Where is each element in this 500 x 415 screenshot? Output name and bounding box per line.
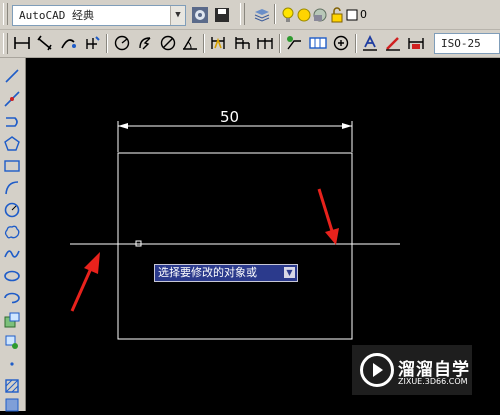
angle-icon <box>183 36 197 50</box>
quick-leader-button[interactable] <box>284 33 304 53</box>
dimension-text-edit-button[interactable] <box>383 33 403 53</box>
ordinate-dimension-button[interactable] <box>82 33 102 53</box>
workspace-save-button[interactable] <box>212 5 232 25</box>
ordinate-icon <box>86 36 100 49</box>
quick-dimension-icon <box>211 37 225 49</box>
ellipse-arc-tool-button[interactable] <box>2 288 22 308</box>
gradient-icon <box>5 398 19 412</box>
continue-dimension-button[interactable] <box>255 33 275 53</box>
dimension-style-value: ISO-25 <box>441 37 481 50</box>
center-mark-icon <box>333 35 349 51</box>
toolbar-separator <box>279 34 281 53</box>
pencil-icon <box>386 37 400 51</box>
radius-dimension-button[interactable] <box>112 33 132 53</box>
workspace-select-value: AutoCAD 经典 <box>19 9 94 22</box>
polyline-icon <box>6 117 18 127</box>
toolbar-grip[interactable] <box>3 33 8 54</box>
play-logo-icon <box>360 353 394 387</box>
layer-manager-button[interactable] <box>252 5 272 25</box>
arc-icon <box>5 181 19 195</box>
current-layer-name[interactable]: 0 <box>360 8 367 21</box>
arc-length-icon <box>61 39 76 49</box>
watermark-url: ZIXUE.3D66.COM <box>398 377 468 386</box>
diameter-dimension-button[interactable] <box>158 33 178 53</box>
gear-icon <box>192 7 208 23</box>
toolbar-separator <box>106 34 108 53</box>
make-block-icon <box>5 335 18 349</box>
dimension-edit-button[interactable] <box>360 33 380 53</box>
standard-toolbar-row: AutoCAD 经典 ▼ 0 <box>0 0 500 30</box>
aligned-dimension-icon <box>37 35 52 51</box>
jogged-icon <box>139 37 151 50</box>
diameter-icon <box>160 35 176 51</box>
spline-tool-button[interactable] <box>2 244 22 264</box>
toolbar-grip[interactable] <box>3 3 8 25</box>
circle-tool-button[interactable] <box>2 200 22 220</box>
arc-length-button[interactable] <box>58 33 78 53</box>
polygon-tool-button[interactable] <box>2 134 22 154</box>
workspace-select[interactable]: AutoCAD 经典 ▼ <box>12 5 186 26</box>
dimension-toolbar-row: ISO-25 <box>0 30 500 58</box>
rectangle-icon <box>4 160 20 172</box>
watermark: 溜溜自学 ZIXUE.3D66.COM <box>352 345 472 395</box>
layer-color-swatch[interactable] <box>342 5 362 25</box>
chevron-down-icon[interactable]: ▼ <box>170 6 185 25</box>
down-arrow-icon[interactable]: ▼ <box>284 267 295 278</box>
line-icon <box>5 69 19 83</box>
revision-cloud-button[interactable] <box>2 222 22 242</box>
linear-dimension-button[interactable] <box>12 33 32 53</box>
draw-toolbar <box>0 58 26 412</box>
line-tool-button[interactable] <box>2 66 22 86</box>
color-square-icon <box>346 9 358 21</box>
text-edit-icon <box>363 34 377 51</box>
jogged-dimension-button[interactable] <box>136 33 156 53</box>
dimension-style-select[interactable]: ISO-25 <box>434 33 500 54</box>
workspace-settings-button[interactable] <box>190 5 210 25</box>
insert-block-icon <box>4 312 20 328</box>
ellipse-tool-button[interactable] <box>2 266 22 286</box>
prompt-text: 选择要修改的对象或 <box>158 266 257 279</box>
hatch-tool-button[interactable] <box>2 376 22 396</box>
dimension-text: 50 <box>220 108 240 126</box>
polygon-icon <box>4 136 20 151</box>
tolerance-icon <box>309 37 327 49</box>
angular-dimension-button[interactable] <box>180 33 200 53</box>
dimension-update-icon <box>408 38 424 49</box>
layers-icon <box>254 9 270 22</box>
point-icon <box>10 362 14 366</box>
arc-tool-button[interactable] <box>2 178 22 198</box>
radius-icon <box>114 35 130 51</box>
make-block-button[interactable] <box>2 332 22 352</box>
save-icon <box>215 8 229 22</box>
aligned-dimension-button[interactable] <box>35 33 55 53</box>
quick-dimension-button[interactable] <box>208 33 228 53</box>
continue-icon <box>257 38 273 49</box>
linear-dimension-icon <box>14 37 30 49</box>
toolbar-separator <box>355 34 357 53</box>
dimension-update-button[interactable] <box>406 33 426 53</box>
polyline-tool-button[interactable] <box>2 112 22 132</box>
center-mark-button[interactable] <box>331 33 351 53</box>
ellipse-icon <box>4 270 20 282</box>
circle-icon <box>4 202 20 218</box>
toolbar-separator <box>274 4 276 24</box>
spline-icon <box>4 250 20 258</box>
xline-icon <box>4 91 20 107</box>
point-tool-button[interactable] <box>2 354 22 374</box>
ellipse-arc-icon <box>4 292 20 304</box>
hatch-icon <box>5 379 19 393</box>
toolbar-separator <box>203 34 205 53</box>
rectangle-tool-button[interactable] <box>2 156 22 176</box>
baseline-dimension-button[interactable] <box>232 33 252 53</box>
construction-line-button[interactable] <box>2 89 22 109</box>
baseline-icon <box>235 37 250 49</box>
tolerance-button[interactable] <box>308 33 328 53</box>
toolbar-grip[interactable] <box>240 3 245 25</box>
leader-icon <box>287 36 301 50</box>
insert-block-button[interactable] <box>2 310 22 330</box>
command-prompt-tooltip: 选择要修改的对象或 ▼ <box>154 264 298 282</box>
cloud-icon <box>4 225 20 239</box>
gradient-tool-button[interactable] <box>2 395 22 415</box>
